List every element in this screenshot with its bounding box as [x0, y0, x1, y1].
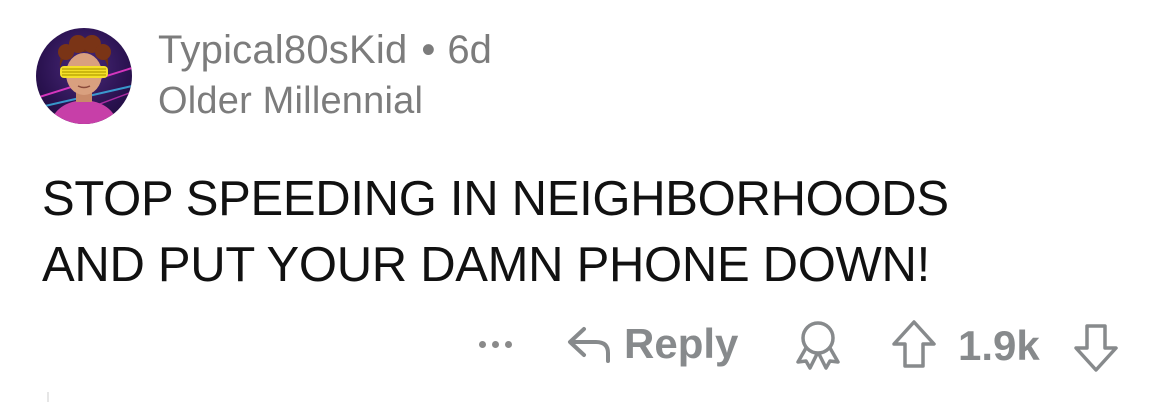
username[interactable]: Typical80sKid — [158, 28, 407, 73]
reply-button[interactable]: Reply — [566, 318, 738, 370]
avatar[interactable] — [36, 28, 132, 124]
comment-actions: Reply 1.9k — [0, 316, 1170, 372]
more-options-button[interactable] — [472, 322, 518, 366]
comment-header: Typical80sKid • 6d Older Millennial — [158, 26, 492, 123]
reply-arrow-icon — [568, 327, 610, 363]
comment-body-line: AND PUT YOUR DAMN PHONE DOWN! — [42, 238, 930, 292]
upvote-button[interactable] — [888, 318, 940, 372]
upvote-arrow-icon — [892, 320, 936, 368]
ellipsis-icon — [491, 340, 499, 348]
award-icon — [796, 321, 840, 370]
ellipsis-icon — [478, 340, 486, 348]
comment-body: STOP SPEEDING IN NEIGHBORHOODS AND PUT Y… — [42, 166, 1142, 298]
downvote-button[interactable] — [1070, 320, 1122, 374]
separator-dot: • — [421, 27, 436, 72]
downvote-arrow-icon — [1074, 324, 1118, 372]
comment: Typical80sKid • 6d Older Millennial STOP… — [0, 0, 1170, 402]
reply-label: Reply — [624, 320, 739, 367]
author-line: Typical80sKid • 6d — [158, 26, 492, 74]
comment-body-line: STOP SPEEDING IN NEIGHBORHOODS — [42, 172, 949, 226]
thread-line — [47, 392, 49, 402]
comment-age: 6d — [447, 27, 492, 72]
award-button[interactable] — [790, 318, 846, 374]
vote-score: 1.9k — [958, 322, 1040, 369]
user-flair: Older Millennial — [158, 80, 424, 122]
retro-80s-avatar-icon — [36, 35, 132, 124]
ellipsis-icon — [504, 340, 512, 348]
